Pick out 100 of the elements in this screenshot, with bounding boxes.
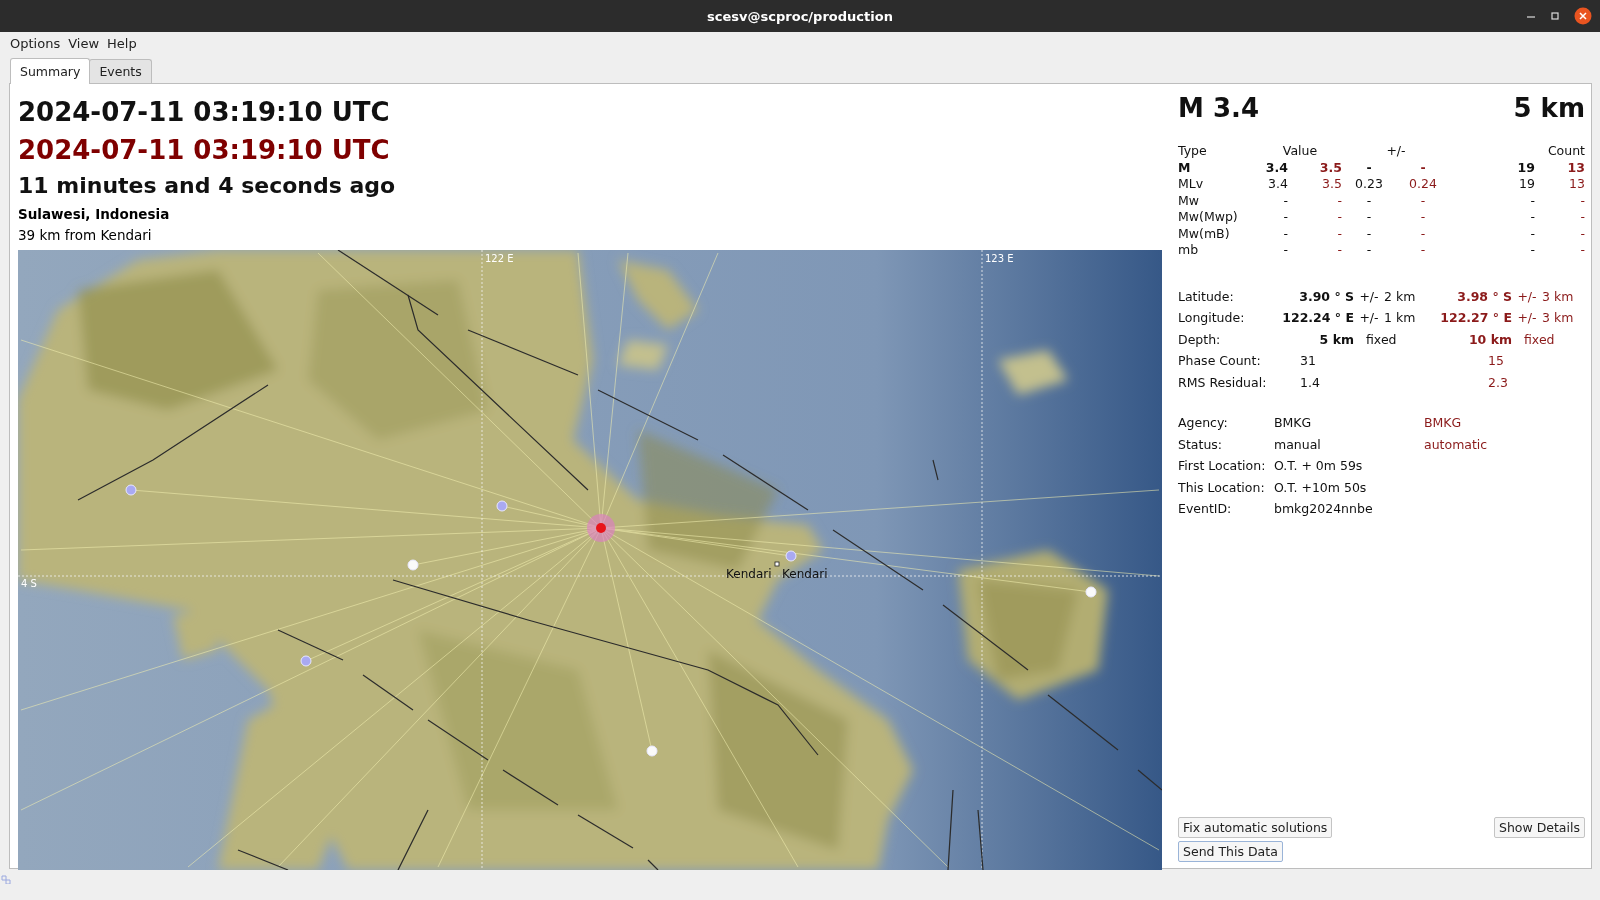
station-marker — [496, 500, 508, 512]
menu-item[interactable]: View — [64, 35, 104, 51]
table-cell: 3.4 — [1268, 176, 1288, 191]
field-value: manual — [1274, 436, 1321, 452]
resize-grip-icon[interactable] — [0, 872, 12, 884]
field-label: This Location: — [1178, 479, 1265, 495]
table-cell: - — [1366, 225, 1372, 241]
table-cell: - — [1366, 192, 1372, 208]
table-cell: - — [1283, 225, 1288, 241]
field-value: automatic — [1424, 436, 1488, 452]
field-value: 31 — [1300, 353, 1316, 368]
station-marker — [125, 484, 137, 496]
field-value: bmkg2024nnbe — [1274, 501, 1373, 516]
field-value: 2 km — [1384, 288, 1416, 304]
nearest-city-distance: 39 km from Kendari — [18, 226, 152, 245]
field-label: First Location: — [1178, 458, 1266, 473]
table-cell: - — [1337, 225, 1342, 241]
magnitude-type: Mw(mB) — [1178, 225, 1230, 241]
magnitude-type: mb — [1178, 242, 1199, 257]
column-header: +/- — [1386, 143, 1406, 158]
table-cell: - — [1530, 192, 1535, 208]
table-cell: 0.24 — [1409, 176, 1437, 191]
map-drawing[interactable]: 122 E 123 E 4 S Kendari Kendari — [18, 250, 1162, 870]
table-cell: - — [1420, 242, 1426, 257]
time-ago: 11 minutes and 4 seconds ago — [18, 172, 396, 200]
longitude-label: 122 E — [485, 253, 514, 264]
table-cell: 0.23 — [1355, 176, 1383, 191]
city-label: Kendari — [726, 567, 772, 581]
table-cell: - — [1283, 242, 1288, 257]
field-label: Latitude: — [1178, 288, 1234, 304]
table-cell: 3.4 — [1265, 159, 1288, 175]
table-cell: - — [1530, 209, 1535, 224]
field-value: fixed — [1366, 331, 1397, 347]
table-cell: - — [1337, 242, 1342, 257]
field-label: Phase Count: — [1178, 353, 1261, 368]
field-value: BMKG — [1274, 415, 1312, 430]
region-name: Sulawesi, Indonesia — [18, 205, 170, 224]
magnitude-type: M — [1178, 159, 1191, 175]
send-data-button[interactable]: Send This Data — [1178, 841, 1283, 862]
field-value: +/- — [1359, 310, 1379, 325]
table-cell: - — [1420, 225, 1426, 241]
table-cell: - — [1580, 192, 1585, 208]
magnitude-headline: M 3.4 — [1178, 93, 1259, 123]
menu-item[interactable]: Help — [103, 35, 141, 51]
table-cell: - — [1420, 159, 1426, 175]
fix-solutions-button[interactable]: Fix automatic solutions — [1178, 817, 1333, 838]
close-icon[interactable] — [1574, 7, 1592, 25]
maximize-icon[interactable] — [1550, 11, 1560, 21]
tab[interactable]: Events — [89, 59, 152, 83]
field-label: Status: — [1178, 436, 1223, 452]
field-value: 1 km — [1384, 310, 1416, 325]
table-cell: - — [1366, 209, 1372, 224]
table-cell: - — [1530, 242, 1535, 257]
column-header: Count — [1547, 143, 1585, 158]
table-cell: - — [1283, 192, 1288, 208]
table-cell: 3.5 — [1322, 176, 1342, 191]
show-details-button[interactable]: Show Details — [1493, 817, 1585, 838]
depth-headline: 5 km — [1513, 93, 1585, 123]
tab[interactable]: Summary — [10, 58, 91, 84]
field-value: +/- — [1359, 288, 1379, 304]
field-value: 10 km — [1468, 331, 1512, 347]
field-value: +/- — [1517, 310, 1537, 325]
field-label: Longitude: — [1178, 310, 1245, 325]
field-label: EventID: — [1178, 501, 1232, 516]
magnitude-type: Mw(Mwp) — [1178, 209, 1238, 224]
field-value: +/- — [1517, 288, 1537, 304]
table-cell: 13 — [1569, 176, 1585, 191]
table-cell: 19 — [1519, 176, 1535, 191]
column-header: Value — [1282, 143, 1318, 158]
automatic-origin-time: 2024-07-11 03:19:10 UTC — [18, 134, 390, 167]
table-cell: - — [1580, 225, 1585, 241]
menu-item[interactable]: Options — [6, 35, 65, 51]
table-cell: - — [1337, 209, 1342, 224]
station-marker — [300, 655, 312, 667]
field-value: 122.27 ° E — [1440, 310, 1512, 325]
table-cell: 3.5 — [1319, 159, 1342, 175]
window-title: scesv@scproc/production — [707, 8, 893, 24]
field-value: 15 — [1488, 353, 1504, 368]
field-value: O.T. + 0m 59s — [1274, 458, 1363, 473]
table-cell: - — [1420, 192, 1426, 208]
table-cell: - — [1530, 225, 1535, 241]
city-label: Kendari — [782, 567, 828, 581]
table-cell: - — [1366, 242, 1372, 257]
field-value: 2.3 — [1488, 374, 1508, 390]
field-value: 3.98 ° S — [1457, 288, 1512, 304]
field-value: 3 km — [1542, 310, 1574, 325]
table-cell: - — [1366, 159, 1372, 175]
table-cell: 19 — [1517, 159, 1535, 175]
magnitude-type: MLv — [1178, 176, 1204, 191]
field-label: Depth: — [1178, 331, 1221, 347]
field-value: fixed — [1524, 331, 1555, 347]
table-cell: - — [1420, 209, 1426, 224]
table-cell: 13 — [1567, 159, 1585, 175]
table-cell: - — [1283, 209, 1288, 224]
field-label: RMS Residual: — [1178, 374, 1267, 390]
column-header: Type — [1178, 143, 1207, 158]
magnitude-type: Mw — [1178, 192, 1199, 208]
field-label: Agency: — [1178, 415, 1228, 430]
station-marker — [646, 745, 658, 757]
origin-time: 2024-07-11 03:19:10 UTC — [18, 96, 390, 129]
